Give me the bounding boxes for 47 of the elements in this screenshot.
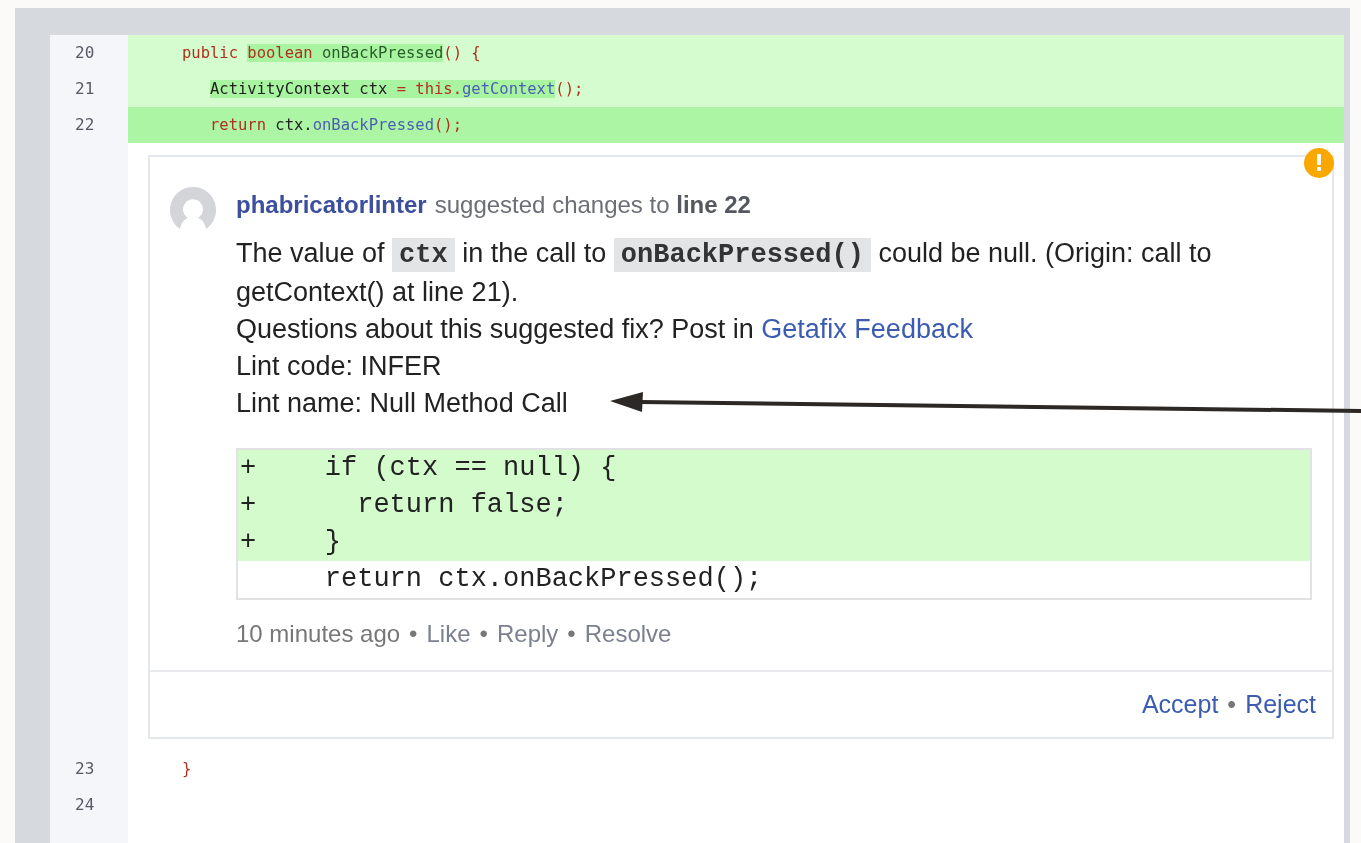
- decision-link[interactable]: Accept: [1141, 690, 1219, 719]
- code-token: }: [182, 760, 192, 778]
- separator-dot: •: [479, 620, 488, 648]
- code-token: ();: [555, 80, 584, 98]
- separator-dot: •: [1227, 690, 1237, 719]
- diff-marker: +: [239, 452, 257, 485]
- code-token: () {: [443, 44, 481, 62]
- decision-link[interactable]: Reject: [1245, 690, 1316, 719]
- comment-action-link[interactable]: Resolve: [584, 620, 672, 648]
- feedback-link[interactable]: Getafix Feedback: [761, 314, 973, 344]
- code-token: = this.: [396, 80, 462, 98]
- timestamp: 10 minutes ago: [236, 620, 401, 648]
- line-number: 22: [50, 107, 128, 143]
- separator-dot: •: [567, 620, 576, 648]
- message-text: could be null. (Origin: call to: [878, 238, 1212, 268]
- code-text: return false;: [356, 489, 568, 522]
- comment-action-link[interactable]: Reply: [496, 620, 559, 648]
- line-number: 21: [50, 71, 128, 107]
- code-token: onBackPressed: [322, 44, 444, 62]
- code-token: ActivityContext ctx: [210, 80, 397, 98]
- code-token: getContext: [461, 80, 556, 98]
- message-text: in the call to: [462, 238, 607, 268]
- message-text: getContext() at line 21).: [236, 277, 519, 307]
- inline-code: ctx: [392, 238, 455, 272]
- code-token: return: [210, 116, 267, 134]
- author-link[interactable]: phabricatorlinter: [236, 191, 427, 219]
- message-text: The value of: [236, 238, 385, 268]
- separator-dot: •: [409, 620, 418, 648]
- lint-name-text: Lint name: Null Method Call: [236, 387, 568, 420]
- line-number: 24: [50, 787, 128, 823]
- code-token: ctx.: [275, 116, 313, 134]
- inline-code: onBackPressed(): [613, 238, 871, 272]
- question-text: Questions about this suggested fix? Post in Getafix Feedback: [236, 313, 973, 346]
- comment-action-link[interactable]: Like: [426, 620, 471, 648]
- code-text: }: [323, 526, 341, 559]
- lint-code-text: Lint code: INFER: [236, 350, 442, 383]
- line-number: 23: [50, 751, 128, 787]
- diff-marker: +: [239, 489, 257, 522]
- comment-header-text: suggested changes to line 22: [434, 191, 751, 219]
- code-token: ();: [434, 116, 462, 134]
- code-token: public: [182, 44, 239, 62]
- code-text: return ctx.onBackPressed();: [323, 563, 763, 596]
- code-token: boolean: [247, 44, 322, 62]
- diff-marker: +: [239, 526, 257, 559]
- code-token: onBackPressed: [312, 116, 434, 134]
- line-number: 20: [50, 35, 128, 71]
- code-text: if (ctx == null) {: [323, 452, 617, 485]
